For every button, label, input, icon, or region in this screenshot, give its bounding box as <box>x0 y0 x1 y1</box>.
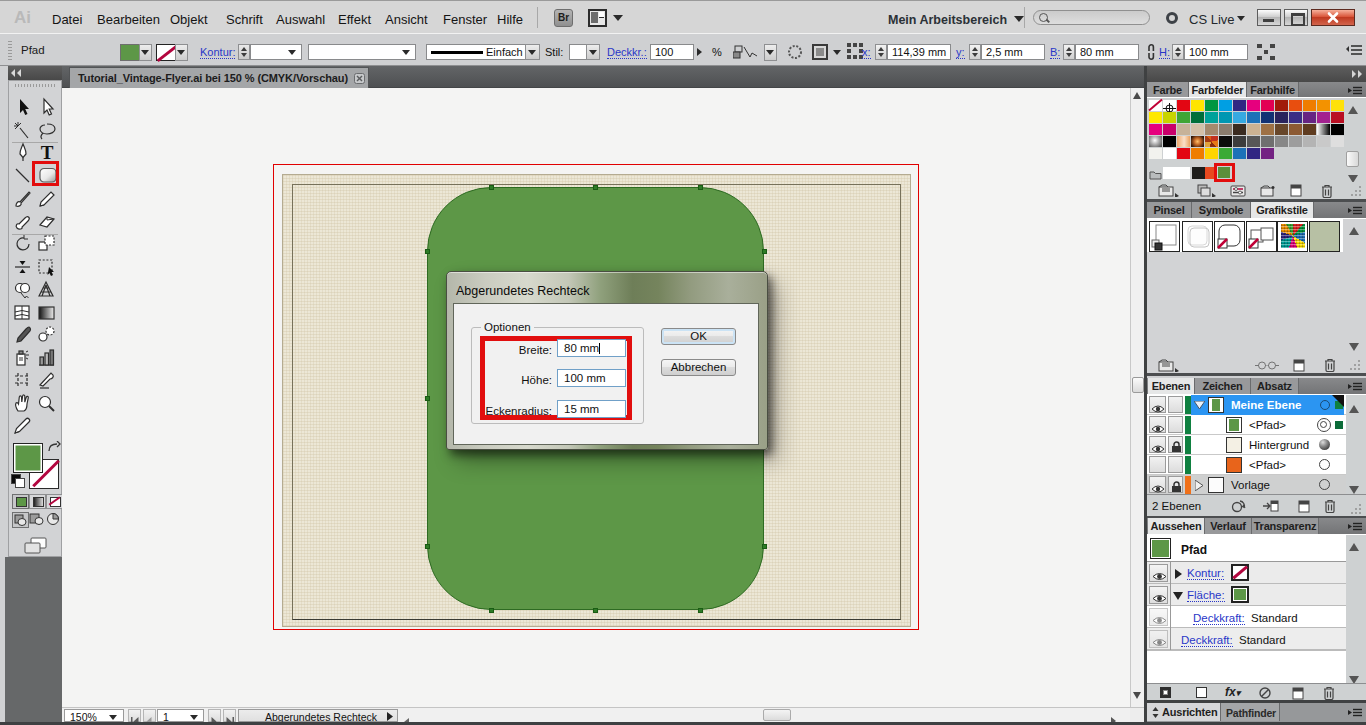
svg-text:T: T <box>41 142 54 163</box>
